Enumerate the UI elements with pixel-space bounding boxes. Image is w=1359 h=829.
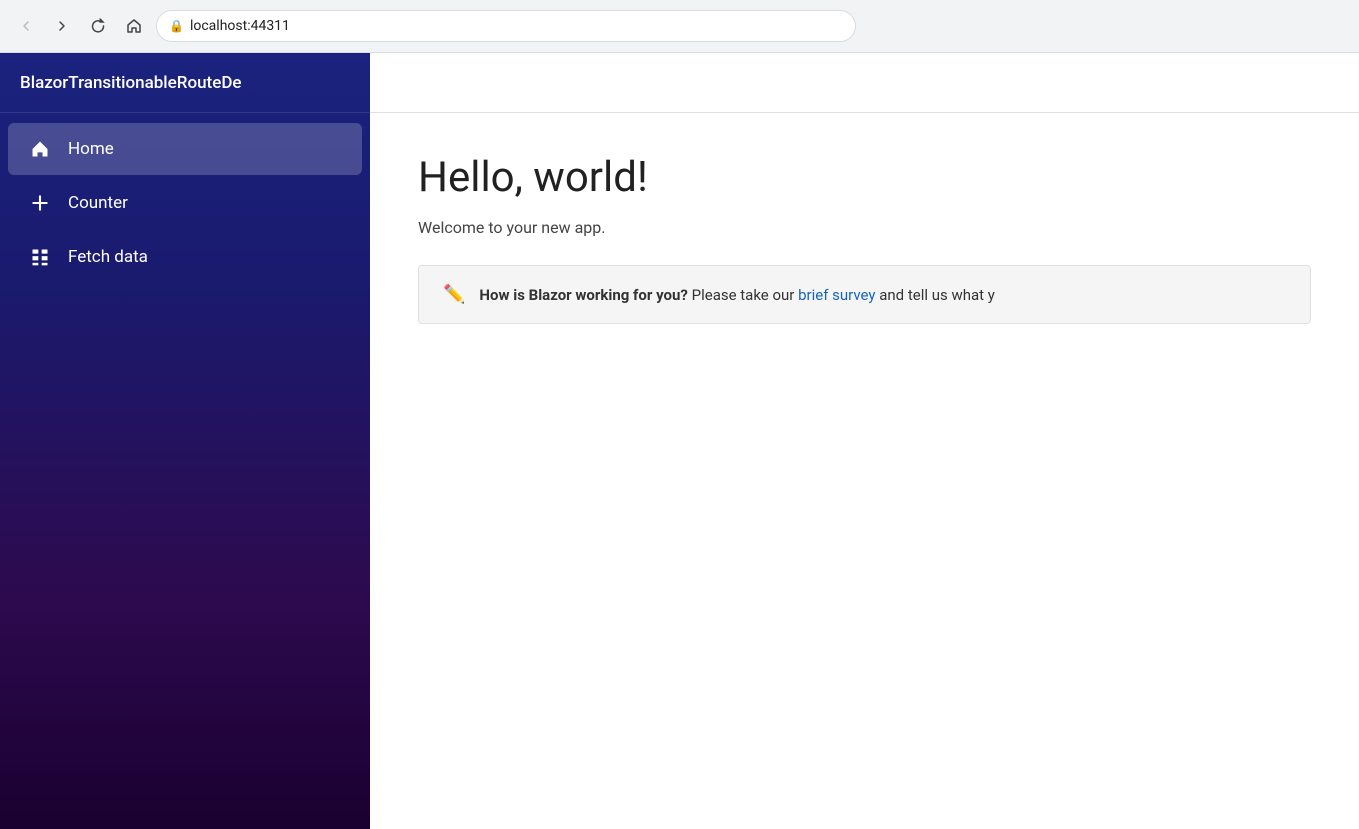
back-button[interactable] (12, 12, 40, 40)
sidebar: BlazorTransitionableRouteDe Home Cou (0, 53, 370, 829)
browser-toolbar: 🔒 localhost:44311 (0, 0, 1359, 52)
survey-text: How is Blazor working for you? Please ta… (479, 286, 994, 304)
main-content: Hello, world! Welcome to your new app. ✏… (370, 53, 1359, 829)
survey-post-link: and tell us what y (876, 286, 995, 304)
sidebar-item-home-label: Home (68, 139, 114, 159)
home-icon (28, 137, 52, 161)
sidebar-item-counter-label: Counter (68, 193, 128, 213)
plus-icon (28, 191, 52, 215)
sidebar-item-counter[interactable]: Counter (8, 177, 362, 229)
home-nav-button[interactable] (120, 12, 148, 40)
survey-bold-text: How is Blazor working for you? (479, 286, 687, 304)
lock-icon: 🔒 (169, 19, 184, 33)
survey-banner: ✏️ How is Blazor working for you? Please… (418, 265, 1311, 324)
reload-button[interactable] (84, 12, 112, 40)
page-title: Hello, world! (418, 153, 1311, 202)
sidebar-brand: BlazorTransitionableRouteDe (0, 53, 370, 113)
sidebar-item-fetch-data-label: Fetch data (68, 247, 148, 267)
forward-button[interactable] (48, 12, 76, 40)
main-body: Hello, world! Welcome to your new app. ✏… (370, 113, 1359, 364)
main-header (370, 53, 1359, 113)
sidebar-item-home[interactable]: Home (8, 123, 362, 175)
sidebar-item-fetch-data[interactable]: Fetch data (8, 231, 362, 283)
page-subtitle: Welcome to your new app. (418, 218, 1311, 237)
survey-link[interactable]: brief survey (798, 286, 875, 304)
url-text: localhost:44311 (190, 18, 290, 34)
grid-icon (28, 245, 52, 269)
app-container: BlazorTransitionableRouteDe Home Cou (0, 53, 1359, 829)
pencil-icon: ✏️ (443, 284, 465, 305)
browser-chrome: 🔒 localhost:44311 (0, 0, 1359, 53)
survey-pre-link: Please take our (688, 286, 798, 304)
address-bar[interactable]: 🔒 localhost:44311 (156, 10, 856, 42)
sidebar-nav: Home Counter (0, 113, 370, 293)
